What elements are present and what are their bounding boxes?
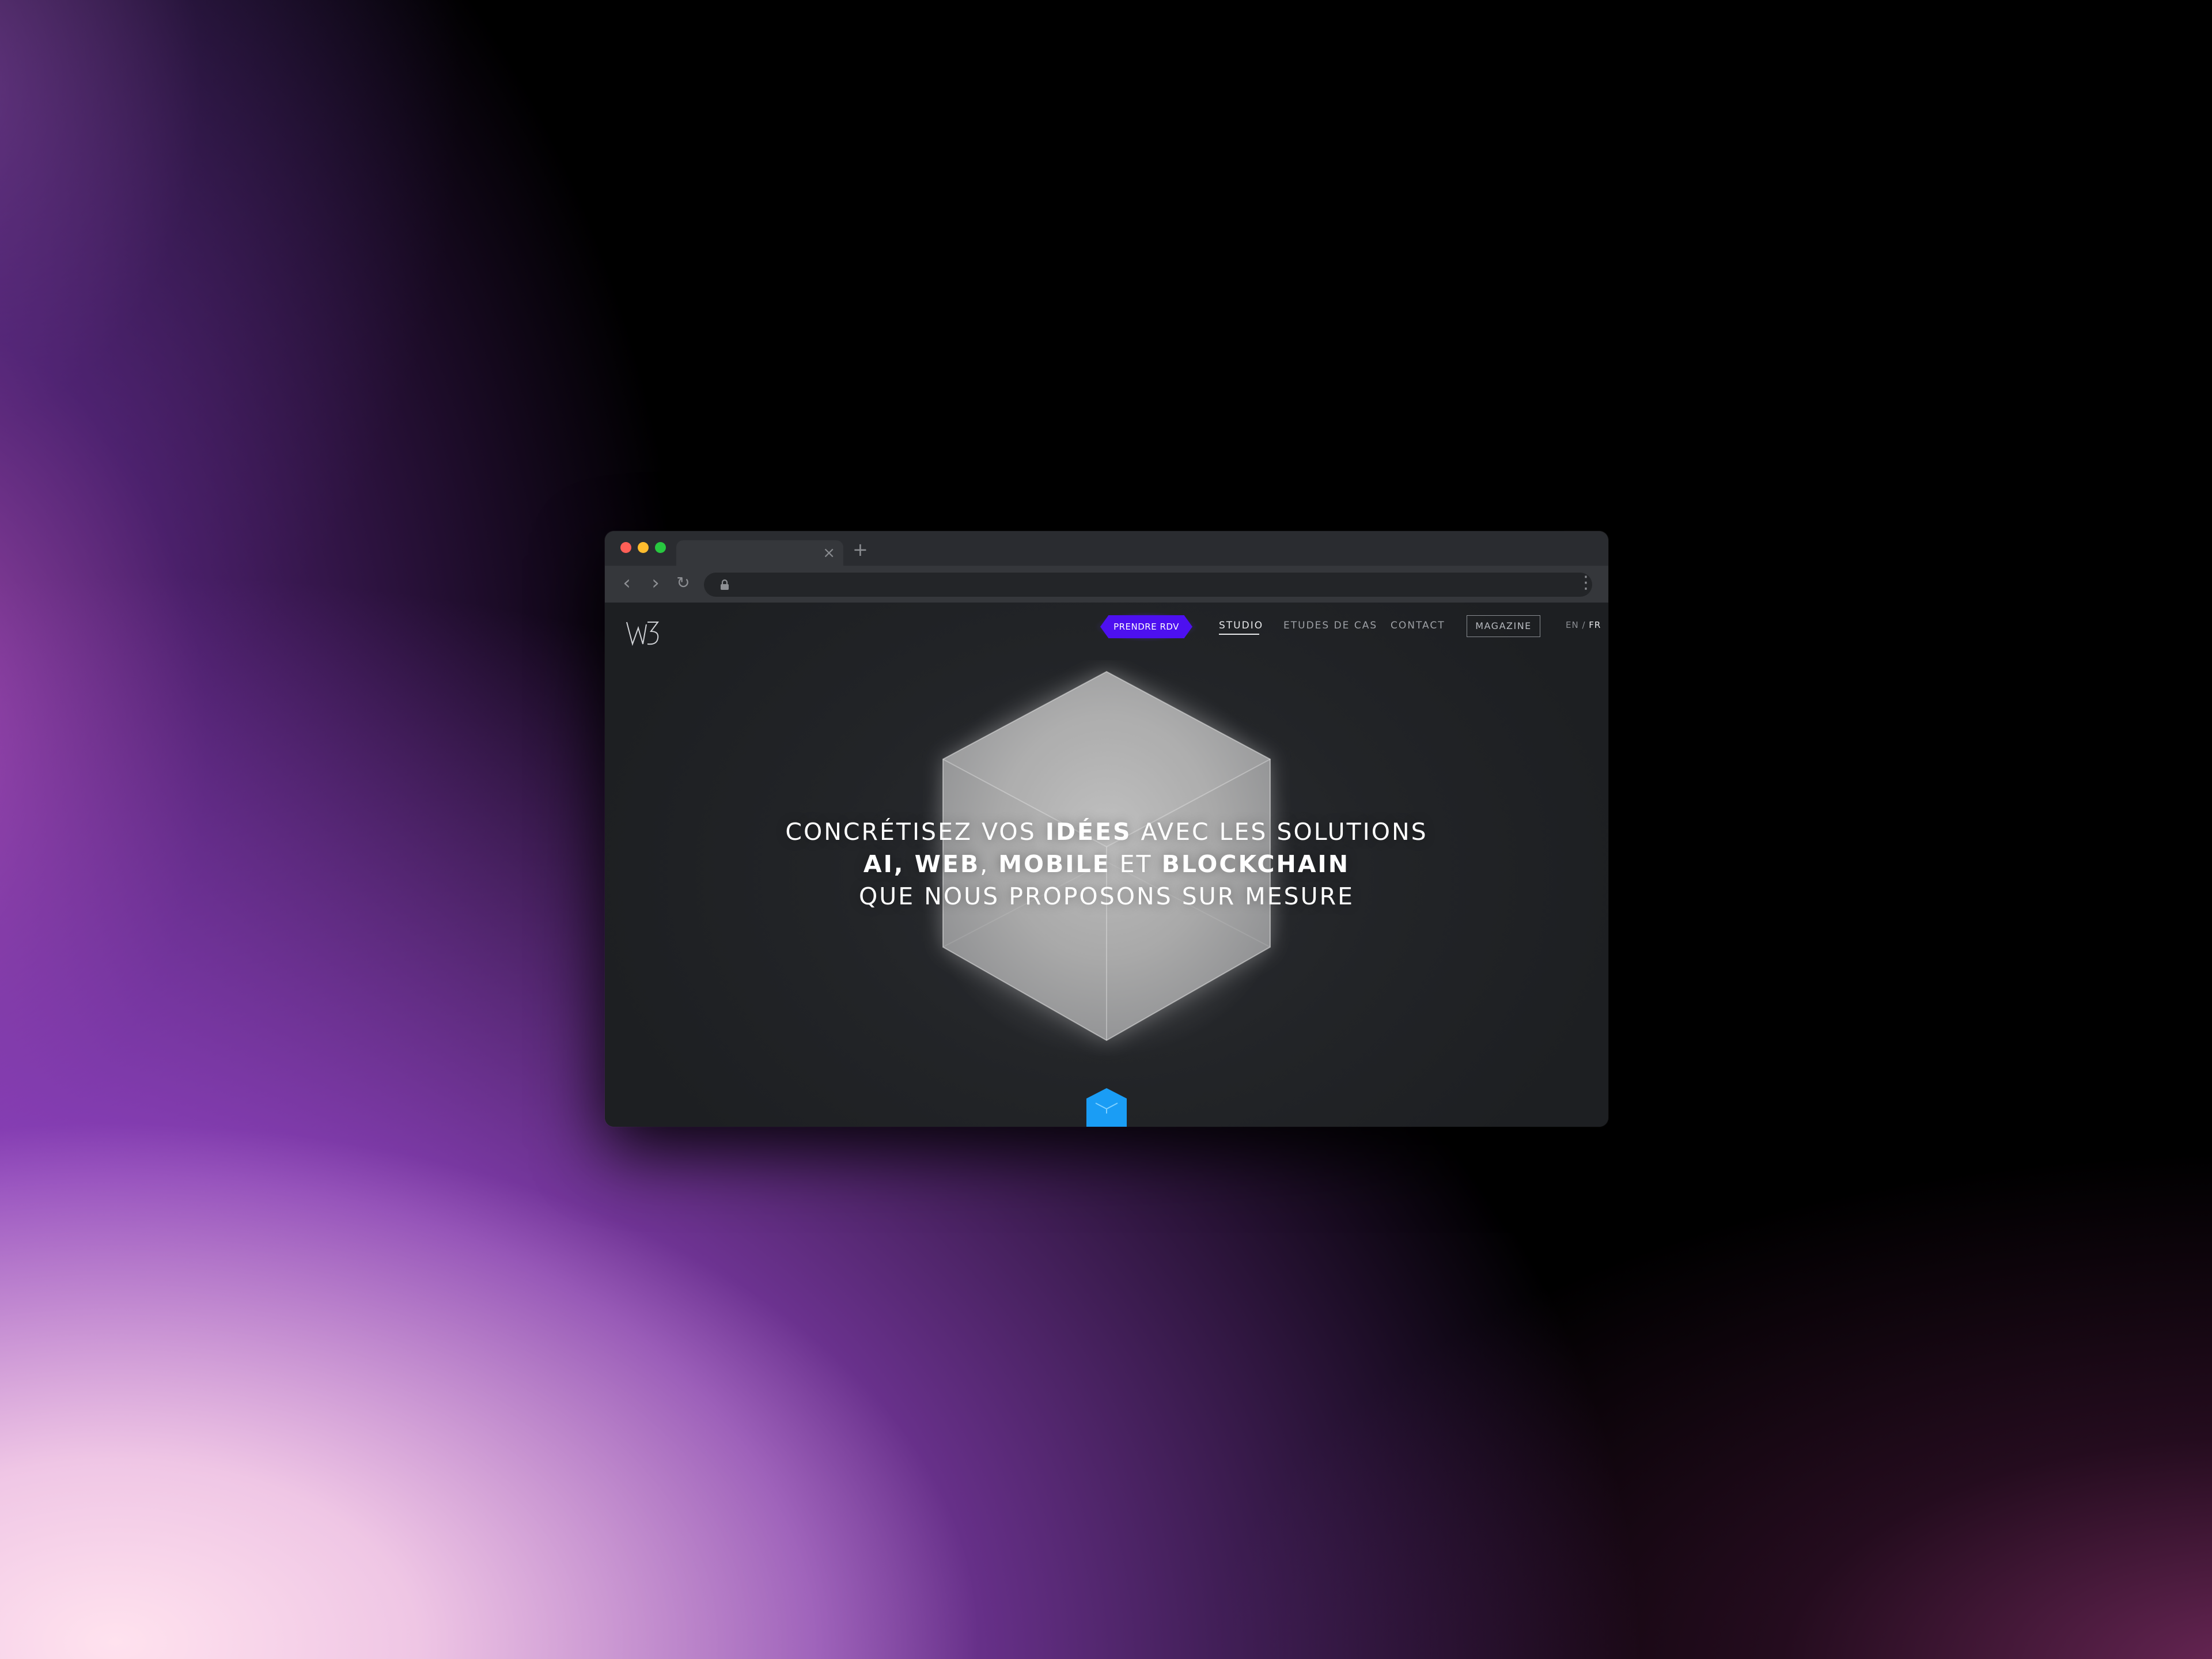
lang-fr[interactable]: FR	[1589, 620, 1601, 630]
hero-text: CONCRÉTISEZ VOS	[785, 818, 1046, 846]
back-icon[interactable]: ‹	[615, 571, 638, 594]
address-bar[interactable]	[704, 573, 1592, 597]
hero-text: AVEC LES SOLUTIONS	[1131, 818, 1428, 846]
hero-text-bold: MOBILE	[998, 850, 1111, 878]
window-close-button[interactable]	[620, 542, 631, 553]
hero-headline: CONCRÉTISEZ VOS IDÉES AVEC LES SOLUTIONS…	[605, 816, 1608, 912]
web-page: w3 PRENDRE RDV STUDIO ETUDES DE CAS CONT…	[605, 603, 1608, 1127]
tab-close-icon[interactable]: ×	[823, 544, 835, 562]
lock-icon	[721, 579, 729, 590]
nav-studio[interactable]: STUDIO	[1219, 620, 1263, 631]
w3-logo[interactable]: w3	[624, 615, 661, 647]
hero-text-bold: IDÉES	[1045, 818, 1132, 846]
lang-en[interactable]: EN	[1566, 620, 1579, 630]
nav-contact[interactable]: CONTACT	[1391, 620, 1445, 631]
hero-line-1: CONCRÉTISEZ VOS IDÉES AVEC LES SOLUTIONS	[605, 816, 1608, 848]
nav-etudes-de-cas[interactable]: ETUDES DE CAS	[1283, 620, 1377, 631]
hero-text-bold: AI, WEB	[863, 850, 980, 878]
forward-icon[interactable]: ›	[644, 571, 667, 594]
hero-text: QUE NOUS PROPOSONS SUR MESURE	[859, 882, 1354, 910]
hero-text: ,	[980, 850, 999, 878]
nav-magazine-button[interactable]: MAGAZINE	[1467, 615, 1540, 637]
language-switcher: EN / FR	[1566, 620, 1601, 630]
lang-separator: /	[1578, 620, 1589, 630]
hero-line-2: AI, WEB, MOBILE ET BLOCKCHAIN	[605, 848, 1608, 880]
reload-icon[interactable]: ↻	[672, 571, 695, 594]
browser-tab[interactable]: ×	[676, 540, 843, 566]
scroll-cube-icon[interactable]	[1085, 1088, 1128, 1127]
browser-window: × + ‹ › ↻ ⋮ w3 PRENDRE RDV STUDIO ETUDES…	[605, 531, 1608, 1127]
nav-active-underline	[1219, 634, 1259, 635]
browser-toolbar: ‹ › ↻ ⋮	[605, 566, 1608, 603]
hero-text-bold: BLOCKCHAIN	[1161, 850, 1350, 878]
browser-menu-icon[interactable]: ⋮	[1577, 571, 1594, 594]
new-tab-icon[interactable]: +	[853, 539, 868, 560]
browser-tab-bar: × +	[605, 531, 1608, 566]
window-minimize-button[interactable]	[638, 542, 649, 553]
hero-text: ET	[1110, 850, 1162, 878]
window-maximize-button[interactable]	[655, 542, 666, 553]
hero-line-3: QUE NOUS PROPOSONS SUR MESURE	[605, 880, 1608, 912]
prendre-rdv-button[interactable]: PRENDRE RDV	[1100, 615, 1192, 638]
